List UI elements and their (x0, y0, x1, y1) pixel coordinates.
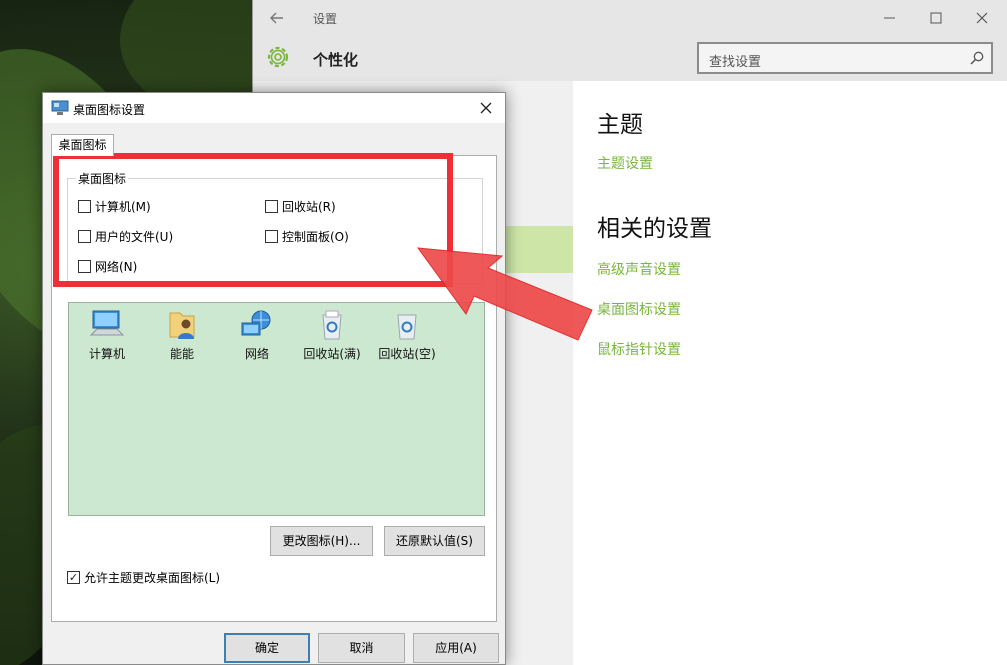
icon-label: 计算机 (88, 347, 125, 361)
apply-button[interactable]: 应用(A) (413, 633, 499, 663)
icon-label: 网络 (244, 347, 269, 361)
change-icon-button[interactable]: 更改图标(H)... (270, 526, 373, 556)
settings-titlebar: 设置 (253, 0, 1007, 36)
user-folder-icon (169, 312, 195, 339)
theme-section-title: 主题 (597, 112, 643, 138)
recycle-bin-full-icon (322, 310, 342, 340)
back-arrow-icon[interactable] (267, 8, 289, 28)
search-input[interactable]: 查找设置 (697, 42, 993, 74)
dialog-titlebar: 桌面图标设置 (43, 93, 505, 123)
settings-content: 主题 主题设置 相关的设置 高级声音设置 桌面图标设置 鼠标指针设置 (573, 81, 1007, 665)
list-item[interactable]: 回收站(满) (296, 309, 368, 362)
close-icon[interactable] (475, 97, 497, 119)
list-item[interactable]: 计算机 (71, 309, 143, 362)
computer-icon (89, 310, 125, 336)
search-placeholder: 查找设置 (709, 55, 762, 70)
list-item[interactable]: 能能 (146, 309, 218, 362)
settings-header: 个性化 查找设置 (253, 36, 1007, 81)
settings-window-title: 设置 (313, 12, 338, 26)
icon-label: 回收站(满) (303, 347, 361, 361)
dialog-title: 桌面图标设置 (73, 103, 146, 117)
search-icon[interactable] (969, 50, 985, 66)
checkbox-box-checked[interactable]: ✓ (67, 571, 80, 584)
list-item[interactable]: 网络 (221, 309, 293, 362)
maximize-icon[interactable] (921, 6, 951, 30)
advanced-sound-link[interactable]: 高级声音设置 (597, 259, 681, 279)
checkbox-label: 允许主题更改桌面图标(L) (84, 571, 221, 585)
checkbox-allow-theme[interactable]: ✓ 允许主题更改桌面图标(L) (67, 569, 220, 586)
desktop-icon-settings-link[interactable]: 桌面图标设置 (597, 299, 681, 319)
cancel-button[interactable]: 取消 (318, 633, 405, 663)
related-section-title: 相关的设置 (597, 216, 712, 242)
mouse-pointer-link[interactable]: 鼠标指针设置 (597, 339, 681, 359)
red-arrow-icon (416, 247, 593, 341)
ok-button[interactable]: 确定 (224, 633, 310, 663)
page-title: 个性化 (313, 51, 359, 69)
gear-icon (263, 42, 293, 72)
desktop-icon (51, 100, 69, 116)
tab-desktop-icons[interactable]: 桌面图标 (51, 134, 114, 156)
close-icon[interactable] (967, 6, 997, 30)
network-icon (241, 310, 271, 336)
icon-label: 能能 (169, 347, 194, 361)
highlight-box (53, 153, 453, 287)
minimize-icon[interactable] (875, 6, 905, 30)
restore-default-button[interactable]: 还原默认值(S) (384, 526, 485, 556)
theme-settings-link[interactable]: 主题设置 (597, 153, 653, 173)
